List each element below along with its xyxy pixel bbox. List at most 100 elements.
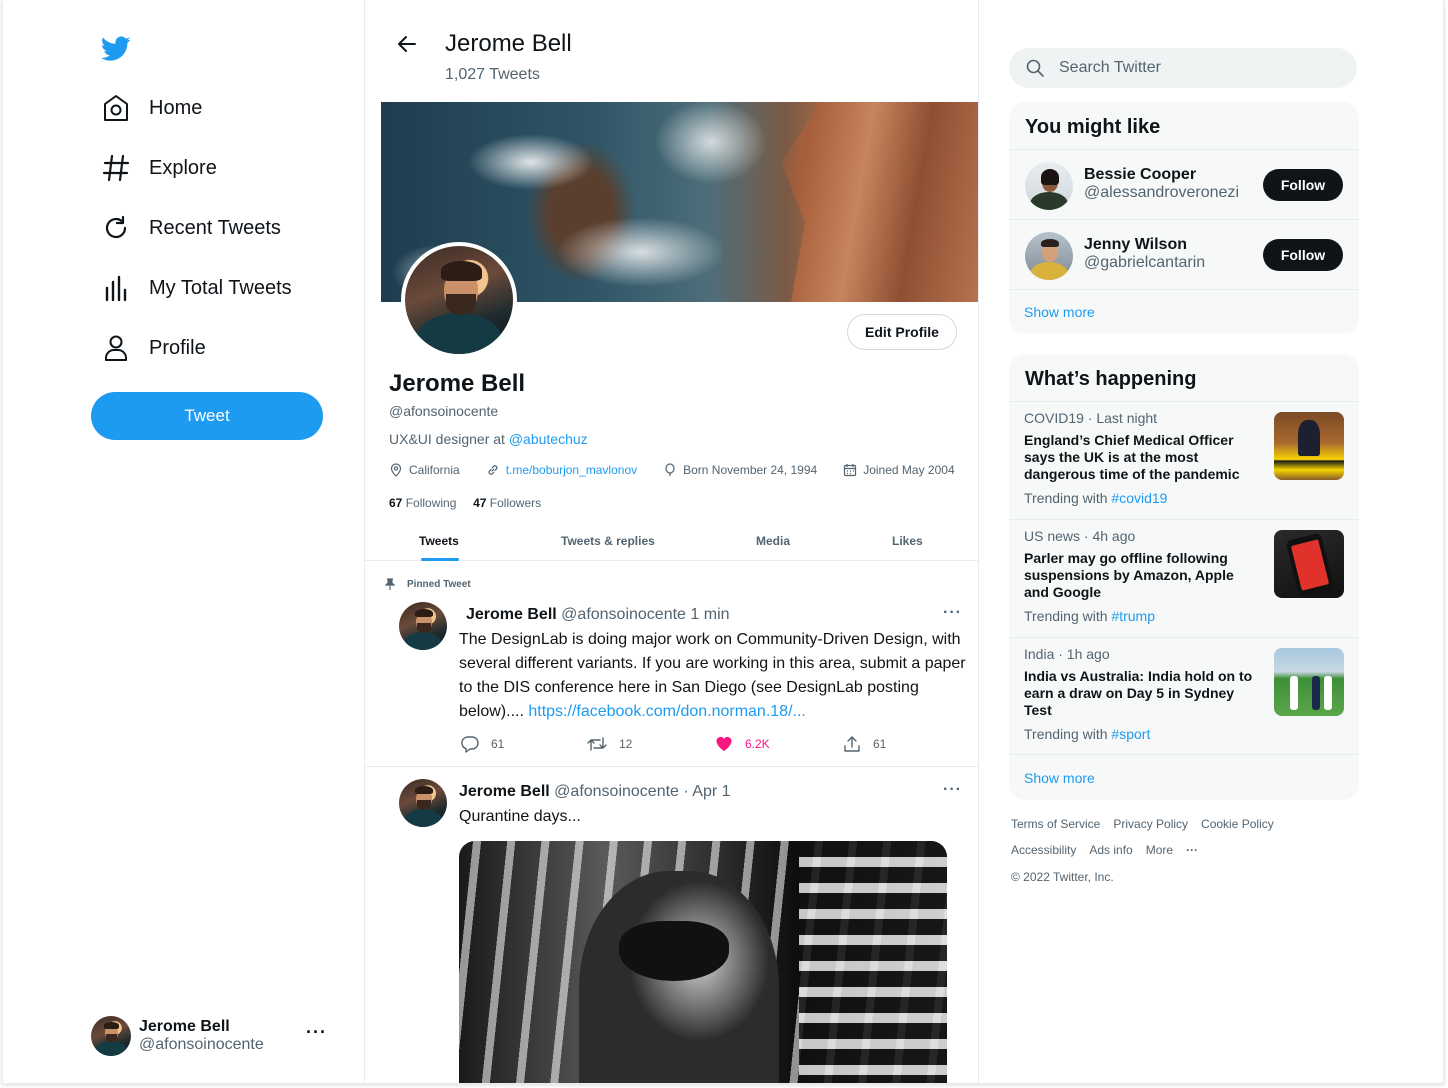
accessibility-link[interactable]: Accessibility [1011,843,1076,857]
following-link[interactable]: 67 Following [389,496,456,510]
nav-my-total-tweets-label: My Total Tweets [149,276,292,299]
trend-meta: COVID19 · Last night [1024,410,1158,426]
share-count: 61 [873,737,887,751]
reply-icon [461,736,479,753]
trend-title: Parler may go offline following suspensi… [1024,550,1234,600]
pinned-text: Pinned Tweet [407,578,471,590]
trend-meta: US news · 4h ago [1024,528,1136,544]
follow-button[interactable]: Follow [1263,239,1343,271]
retweet-button[interactable]: 12 [587,735,632,753]
more-link[interactable]: More [1146,843,1173,857]
cookie-link[interactable]: Cookie Policy [1201,817,1274,831]
tweet-more-icon[interactable]: ··· [943,781,962,799]
tweet-more-icon[interactable]: ··· [943,604,962,622]
profile-bio: UX&UI designer at @abutechuz [389,431,588,447]
trend-hashtag[interactable]: #trump [1111,608,1155,624]
account-handle: @afonsoinocente [139,1036,264,1053]
reply-button[interactable]: 61 [461,735,504,753]
tweet-avatar[interactable] [399,779,447,827]
trend-item[interactable]: COVID19 · Last night England’s Chief Med… [1009,401,1359,519]
edit-profile-button[interactable]: Edit Profile [847,314,957,350]
trend-label: Trending with [1024,726,1112,742]
terms-link[interactable]: Terms of Service [1011,817,1100,831]
trend-hashtag[interactable]: #sport [1111,726,1150,742]
tab-tweets-replies[interactable]: Tweets & replies [561,534,655,548]
divider [1009,289,1359,290]
like-button[interactable]: 6.2K [715,735,770,753]
tweet-button[interactable]: Tweet [91,392,323,440]
location-pin-icon [390,463,402,477]
profile-handle: @afonsoinocente [389,403,499,419]
avatar [91,1016,131,1056]
trend-hashtag[interactable]: #covid19 [1111,490,1167,506]
suggestion-row[interactable]: Bessie Cooper @alessandroveronezi Follow [1009,149,1359,219]
followers-label: Followers [489,496,542,510]
tweet-author-name[interactable]: Jerome Bell [466,606,557,623]
tweet-link[interactable]: https://facebook.com/don.norman.18/... [528,703,806,720]
left-sidebar: Home Explore Recent Tweets My Total Twee… [3,0,365,1083]
suggestion-handle: @gabrielcantarin [1084,254,1206,271]
nav-my-total-tweets[interactable]: My Total Tweets [101,268,292,308]
profile-avatar[interactable] [401,242,517,358]
footer-more-icon[interactable]: ··· [1186,843,1198,857]
trend-tag-line: Trending with #sport [1024,726,1150,742]
tab-likes[interactable]: Likes [892,534,923,548]
like-count: 6.2K [745,737,770,751]
tweet-text: Qurantine days... [459,808,581,825]
ads-info-link[interactable]: Ads info [1089,843,1132,857]
trend-title: England’s Chief Medical Officer says the… [1024,432,1240,482]
account-switcher[interactable]: Jerome Bell @afonsoinocente ··· [91,1016,331,1056]
show-more-link[interactable]: Show more [1024,304,1095,320]
trend-item[interactable]: India · 1h ago India vs Australia: India… [1009,637,1359,755]
back-arrow-icon[interactable] [395,32,421,58]
trend-item[interactable]: US news · 4h ago Parler may go offline f… [1009,519,1359,637]
home-icon [101,93,131,123]
trend-thumbnail [1274,530,1344,598]
privacy-link[interactable]: Privacy Policy [1113,817,1188,831]
website-link[interactable]: t.me/boburjon_mavlonov [506,463,637,477]
divider [365,766,978,767]
tab-media[interactable]: Media [756,534,790,548]
calendar-icon [844,464,857,477]
show-more-link[interactable]: Show more [1024,770,1095,786]
tweet-author-handle: @afonsoinocente [554,783,679,800]
retweet-icon [587,737,607,751]
tweet-avatar[interactable] [399,602,447,650]
app-window: Home Explore Recent Tweets My Total Twee… [2,0,1444,1084]
tweet-image[interactable] [459,841,947,1083]
profile-meta: California t.me/boburjon_mavlonov Born N… [389,463,955,477]
tab-tweets[interactable]: Tweets [419,534,459,548]
hashtag-icon [101,153,131,183]
location-text: California [409,463,460,477]
following-label: Following [405,496,457,510]
follow-button[interactable]: Follow [1263,169,1343,201]
nav-recent-tweets[interactable]: Recent Tweets [101,208,281,248]
suggestion-row[interactable]: Jenny Wilson @gabrielcantarin Follow [1009,219,1359,289]
trend-label: Trending with [1024,490,1112,506]
refresh-icon [101,213,131,243]
suggestion-handle: @alessandroveronezi [1084,184,1239,201]
nav-profile[interactable]: Profile [101,328,206,368]
tweet-header: Jerome Bell @afonsoinocente · Apr 1 [459,783,731,801]
pin-icon [385,578,395,590]
followers-link[interactable]: 47 Followers [473,496,541,510]
website[interactable]: t.me/boburjon_mavlonov [486,463,637,477]
trend-tag-line: Trending with #trump [1024,608,1155,624]
nav-explore[interactable]: Explore [101,148,217,188]
twitter-bird-icon[interactable] [101,36,131,62]
tweet-author-name[interactable]: Jerome Bell [459,783,550,800]
avatar [1025,232,1073,280]
nav-explore-label: Explore [149,156,217,179]
search-bar[interactable] [1009,48,1357,88]
more-icon[interactable]: ··· [306,1022,327,1043]
nav-home[interactable]: Home [101,88,202,128]
search-icon [1026,59,1044,77]
tweet-header: Jerome Bell @afonsoinocente 1 min [466,606,730,624]
copyright: © 2022 Twitter, Inc. [1011,870,1114,884]
bio-text: UX&UI designer at [389,431,509,447]
bio-link[interactable]: @abutechuz [509,431,588,447]
trend-thumbnail [1274,412,1344,480]
search-input[interactable] [1059,59,1339,77]
heart-icon [716,736,732,751]
share-button[interactable]: 61 [843,735,886,753]
